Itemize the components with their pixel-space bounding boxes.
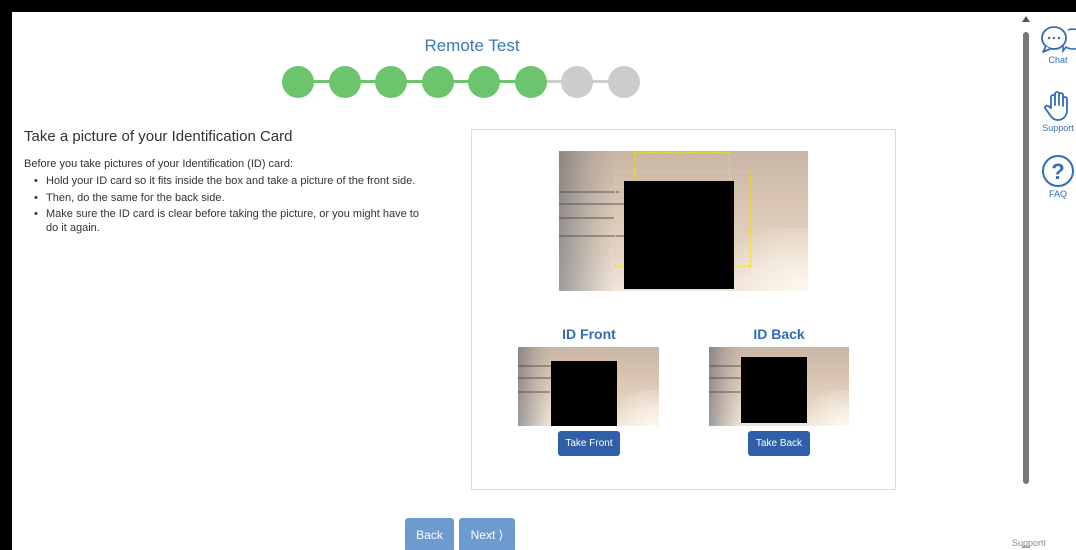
face-redaction [741,357,807,423]
chat-icon [1041,26,1076,54]
camera-panel: ID Front ID Back Take Front Take Back [471,129,896,490]
instructions-heading: Take a picture of your Identification Ca… [24,128,293,145]
id-front-label: ID Front [562,326,616,342]
take-back-button[interactable]: Take Back [748,431,810,456]
faq-label: FAQ [1048,189,1067,199]
instruction-item: Then, do the same for the back side. [24,192,424,206]
step-pending [607,66,640,98]
support-button[interactable]: Support [1034,90,1076,133]
chat-label: Chat [1048,55,1068,65]
svg-text:?: ? [1051,159,1064,184]
hand-icon [1044,91,1068,121]
id-back-label: ID Back [753,326,805,342]
step-complete [375,66,407,98]
step-pending [561,66,593,98]
id-back-preview [709,347,849,426]
step-complete [514,66,547,98]
step-complete [468,66,500,98]
faq-button[interactable]: ? FAQ [1034,154,1076,199]
step-complete [282,66,314,98]
instruction-item: Make sure the ID card is clear before ta… [24,208,424,235]
step-complete [421,66,454,98]
chat-button[interactable]: Chat [1034,24,1076,65]
take-front-button[interactable]: Take Front [558,431,620,456]
support-footer-text: SupportI [1012,538,1047,548]
support-label: Support [1042,123,1074,133]
face-redaction [551,361,617,426]
progress-stepper [282,64,642,100]
app-window: Remote Test Take a picture of your Ident… [12,12,1076,550]
side-toolbar: Chat Support ? FAQ [1034,12,1076,550]
scroll-up-arrow-icon[interactable] [1022,16,1030,22]
step-complete [328,66,361,98]
live-camera-preview [559,151,808,291]
instruction-item: Hold your ID card so it fits inside the … [24,175,424,189]
back-button[interactable]: Back [405,518,454,550]
instructions-list: Hold your ID card so it fits inside the … [24,175,424,238]
scrollbar-thumb[interactable] [1023,32,1029,484]
instructions-intro: Before you take pictures of your Identif… [24,158,294,170]
id-front-preview [518,347,659,426]
face-redaction [624,181,734,289]
next-button[interactable]: Next ⟩ [459,518,515,550]
page-title: Remote Test [424,36,520,55]
help-icon: ? [1042,155,1074,187]
scrollbar[interactable] [1018,12,1034,550]
